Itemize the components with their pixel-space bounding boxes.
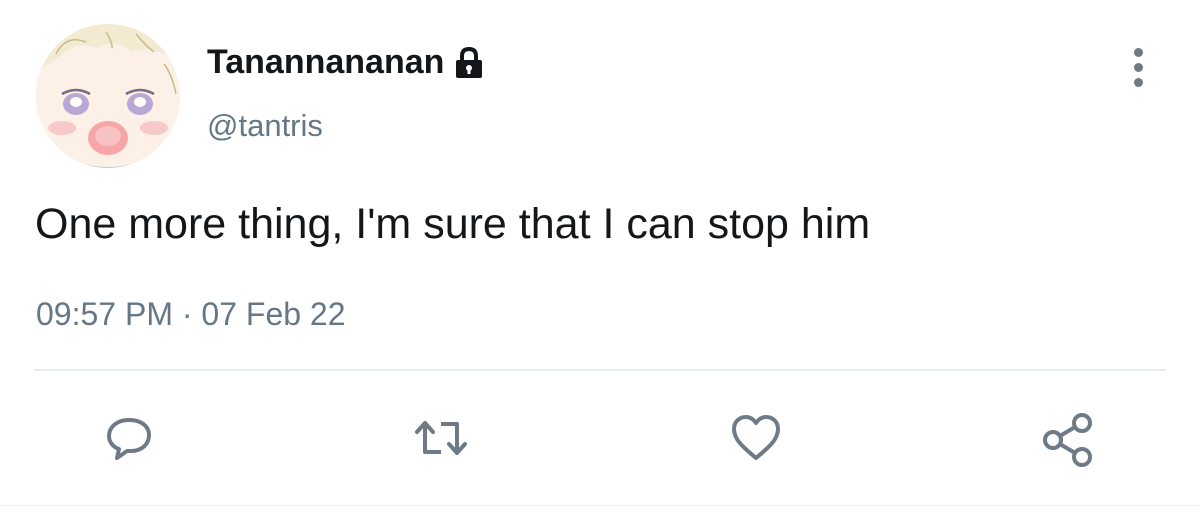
- display-name[interactable]: Tanannananan: [207, 40, 484, 84]
- heart-icon: [732, 415, 780, 460]
- avatar[interactable]: [36, 24, 180, 168]
- user-handle[interactable]: @tantris: [207, 106, 323, 146]
- display-name-text: Tanannananan: [207, 43, 445, 81]
- like-button[interactable]: [728, 412, 780, 464]
- bottom-divider: [0, 505, 1200, 506]
- retweet-button[interactable]: [411, 412, 467, 464]
- tweet-timestamp[interactable]: 09:57 PM · 07 Feb 22: [36, 292, 346, 336]
- tweet-text: One more thing, I'm sure that I can stop…: [35, 200, 871, 248]
- lock-icon: [454, 46, 484, 78]
- reply-icon: [107, 418, 151, 460]
- tweet-card: Tanannananan @tantris One more thing, I'…: [0, 0, 1200, 524]
- share-button[interactable]: [1040, 412, 1092, 467]
- more-vertical-icon[interactable]: [1124, 48, 1152, 98]
- divider: [34, 369, 1166, 371]
- tweet-time: 09:57 PM: [36, 296, 173, 332]
- reply-button[interactable]: [103, 412, 155, 464]
- retweet-icon: [415, 421, 467, 455]
- tweet-date: 07 Feb 22: [201, 296, 346, 332]
- avatar-image: [36, 24, 180, 168]
- meta-separator: ·: [181, 296, 193, 332]
- share-icon: [1043, 413, 1092, 467]
